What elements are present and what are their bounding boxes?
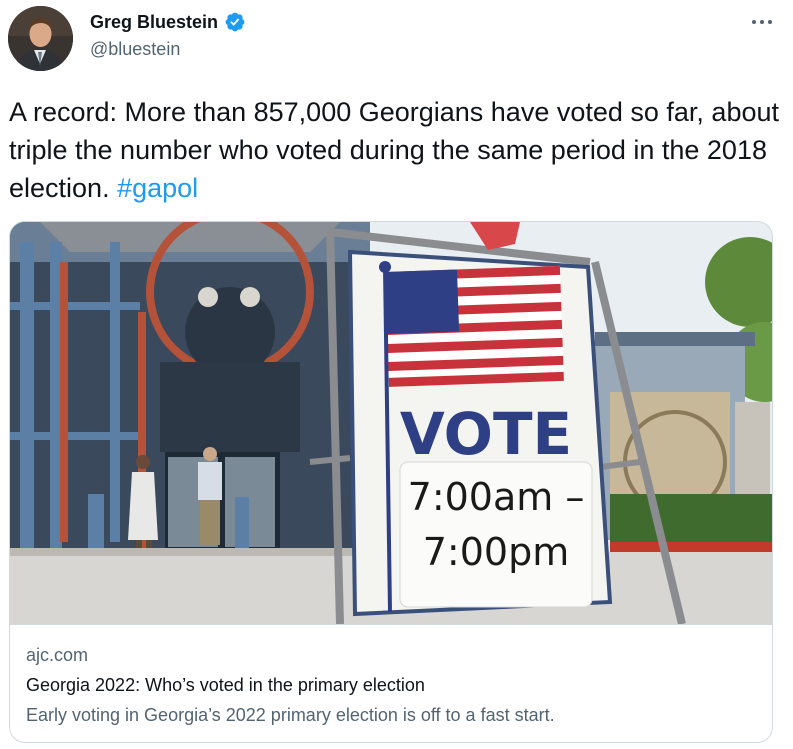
- author-name-row[interactable]: Greg Bluestein: [90, 11, 246, 33]
- author-handle[interactable]: @bluestein: [90, 39, 180, 60]
- card-meta[interactable]: ajc.com Georgia 2022: Who’s voted in the…: [10, 624, 772, 742]
- sign-time-end: 7:00pm: [423, 530, 569, 574]
- sign-word: VOTE: [400, 400, 572, 468]
- card-description: Early voting in Georgia’s 2022 primary e…: [26, 705, 555, 725]
- sign-time-start: 7:00am –: [408, 475, 585, 519]
- avatar-photo-icon: [8, 6, 73, 71]
- card-domain: ajc.com: [26, 645, 89, 665]
- avatar[interactable]: [8, 6, 73, 71]
- tweet-text: A record: More than 857,000 Georgians ha…: [9, 93, 784, 207]
- more-options-button[interactable]: [746, 8, 778, 36]
- hashtag-link[interactable]: #gapol: [117, 173, 198, 203]
- link-card[interactable]: VOTE 7:00am – 7:00pm ajc.com Georgia 202…: [9, 221, 773, 743]
- author-name[interactable]: Greg Bluestein: [90, 12, 218, 33]
- card-title: Georgia 2022: Who’s voted in the primary…: [26, 675, 425, 695]
- card-image[interactable]: VOTE 7:00am – 7:00pm: [10, 222, 773, 624]
- verified-badge-icon: [225, 12, 245, 32]
- more-horizontal-icon: [752, 20, 772, 24]
